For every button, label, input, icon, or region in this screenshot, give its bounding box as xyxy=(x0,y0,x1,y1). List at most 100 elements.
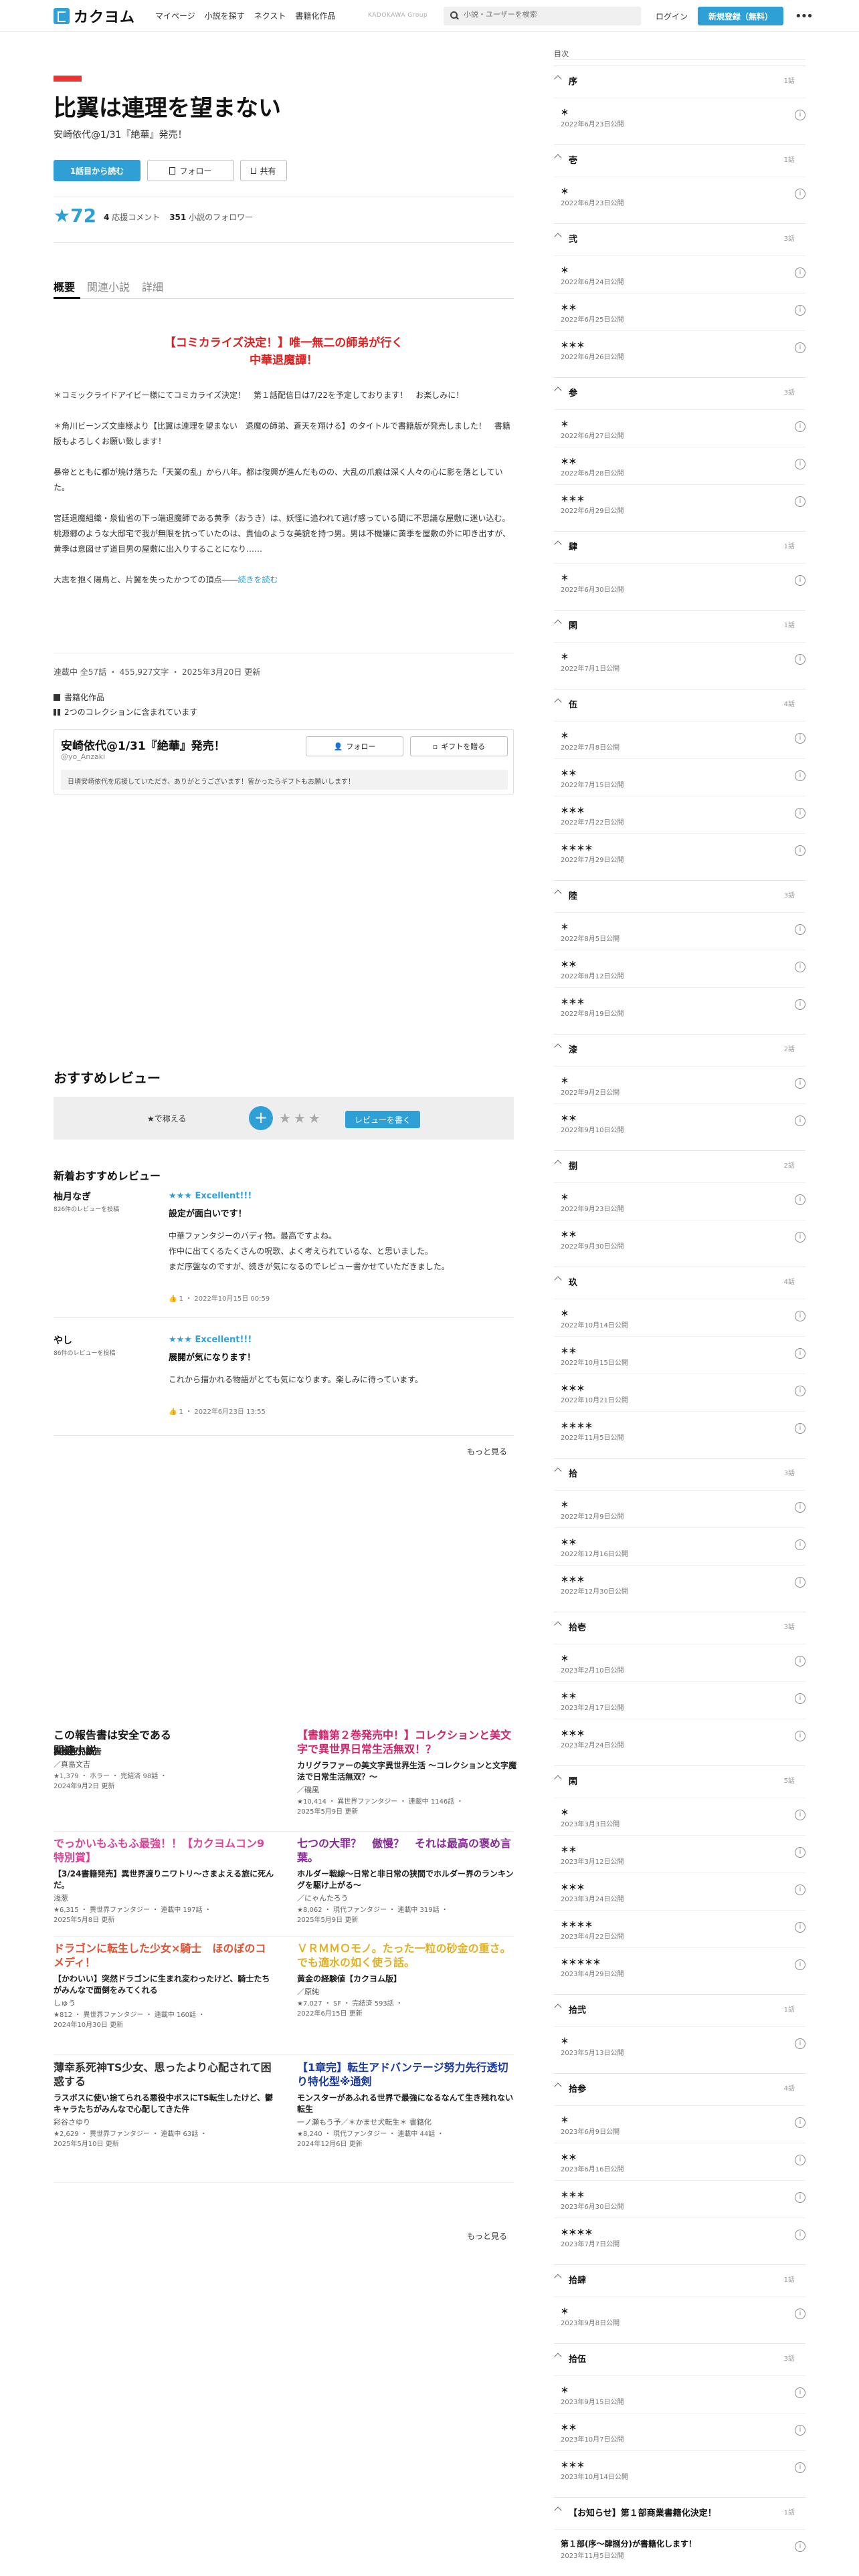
toc-episode[interactable]: ＊＊＊ 2023年6月30日公開 i xyxy=(554,2180,805,2218)
episode-title[interactable]: ＊＊ xyxy=(561,1844,577,1855)
related-novel-title[interactable]: モンスターがあふれる世界で最強になるなんて生き残れない転生 xyxy=(297,2092,518,2115)
info-icon[interactable]: i xyxy=(795,808,805,819)
related-novel-title[interactable]: 黄金の経験値【カクヨム版】 xyxy=(297,1973,518,1985)
info-icon[interactable]: i xyxy=(795,1539,805,1550)
episode-title[interactable]: ＊＊＊ xyxy=(561,2189,585,2200)
toc-episode[interactable]: ＊＊＊＊ 2022年7月29日公開 i xyxy=(554,833,805,871)
read-first-episode-button[interactable]: 1話目から読む xyxy=(54,160,140,181)
info-icon[interactable]: i xyxy=(795,1922,805,1933)
related-novel-catch[interactable]: 七つの大罪？ 傲慢？ それは最高の褒め言葉。 xyxy=(297,1836,518,1864)
share-button[interactable]: 共有 xyxy=(240,160,287,181)
kakuyomu-logo[interactable]: カクヨム xyxy=(54,7,135,26)
related-novel-title[interactable]: 右園死児報告 xyxy=(54,1746,274,1757)
related-novel-title[interactable]: カリグラファーの美文字異世界生活 〜コレクションと文字魔法で日常生活無双？〜 xyxy=(297,1760,518,1783)
related-novel-author[interactable]: ／原純 xyxy=(297,1986,518,1997)
info-icon[interactable]: i xyxy=(795,1731,805,1741)
toc-episode[interactable]: ＊＊ 2022年6月28日公開 i xyxy=(554,447,805,484)
related-novel-catch[interactable]: ドラゴンに転生した少女×騎士 ほのぼのコメディ！ xyxy=(54,1941,274,1969)
chapter-header[interactable]: 伍 4話 xyxy=(554,689,805,716)
reviewer-name[interactable]: やし xyxy=(54,1333,72,1347)
episode-title[interactable]: ＊＊ xyxy=(561,1536,577,1547)
related-novel-author[interactable]: ／磯風 xyxy=(297,1784,518,1795)
nav-books[interactable]: 書籍化作品 xyxy=(295,10,335,21)
more-related-link[interactable]: もっと見る xyxy=(467,2230,507,2242)
toc-episode[interactable]: ＊＊＊ 2022年6月29日公開 i xyxy=(554,484,805,522)
toc-episode[interactable]: ＊＊＊＊ 2023年4月22日公開 i xyxy=(554,1910,805,1947)
toc-episode[interactable]: ＊＊ 2022年12月16日公開 i xyxy=(554,1527,805,1565)
chevron-up-icon[interactable] xyxy=(554,2004,562,2012)
info-icon[interactable]: i xyxy=(795,189,805,199)
episode-title[interactable]: ＊＊＊ xyxy=(561,339,585,350)
read-more-link[interactable]: 続きを読む xyxy=(238,575,278,584)
chapter-name[interactable]: 拾肆 xyxy=(569,2273,586,2286)
info-icon[interactable]: i xyxy=(795,421,805,432)
info-icon[interactable]: i xyxy=(795,1348,805,1359)
toc-episode[interactable]: ＊＊ 2022年9月30日公開 i xyxy=(554,1220,805,1257)
chapter-header[interactable]: 玖 4話 xyxy=(554,1267,805,1293)
thumbs-up-icon[interactable]: 👍 xyxy=(169,1295,177,1303)
info-icon[interactable]: i xyxy=(795,770,805,781)
info-icon[interactable]: i xyxy=(795,575,805,586)
review-title[interactable]: 設定が面白いです！ xyxy=(169,1206,247,1219)
toc-episode[interactable]: ＊＊＊ 2022年7月22日公開 i xyxy=(554,796,805,833)
author-name[interactable]: 安崎依代@1/31『絶華』発売！ xyxy=(61,736,225,753)
episode-title[interactable]: ＊＊＊ xyxy=(561,2459,585,2470)
episode-title[interactable]: ＊＊ xyxy=(561,2422,577,2433)
star-rating-input[interactable]: ★★★ xyxy=(279,1110,323,1126)
more-reviews-link[interactable]: もっと見る xyxy=(467,1446,507,1457)
tab-details[interactable]: 詳細 xyxy=(142,278,163,294)
related-novel-author[interactable]: 浅葱 xyxy=(54,1893,274,1903)
info-icon[interactable]: i xyxy=(795,2155,805,2165)
chapter-name[interactable]: 【お知らせ】第１部商業書籍化決定！ xyxy=(569,2506,717,2518)
chapter-name[interactable]: 拾 xyxy=(569,1467,577,1479)
episode-title[interactable]: ＊ xyxy=(561,1499,569,1510)
work-title[interactable]: 比翼は連理を望まない xyxy=(54,90,281,122)
chevron-up-icon[interactable] xyxy=(554,75,562,83)
related-novel-title[interactable]: ホルダー戦線〜日常と非日常の狭間でホルダー界のランキングを駆け上がる〜 xyxy=(297,1868,518,1891)
episode-title[interactable]: 第１部(序〜肆捌分)が書籍化します！ xyxy=(561,2538,696,2549)
related-novel[interactable]: 【1章完】転生アドバンテージ努力先行透切り特化型※通剣モンスターがあふれる世界で… xyxy=(297,2060,518,2149)
toc-episode[interactable]: ＊ 2022年6月23日公開 i xyxy=(554,98,805,135)
episode-title[interactable]: ＊ xyxy=(561,1307,569,1319)
write-review-button[interactable]: レビューを書く xyxy=(345,1111,420,1128)
toc-episode[interactable]: ＊＊ 2022年9月10日公開 i xyxy=(554,1103,805,1141)
chapter-header[interactable]: 拾弐 1話 xyxy=(554,1994,805,2021)
episode-title[interactable]: ＊ xyxy=(561,730,569,741)
related-novel-catch[interactable]: この報告書は安全である xyxy=(54,1728,274,1742)
chapter-header[interactable]: 【お知らせ】第１部商業書籍化決定！ 1話 xyxy=(554,2497,805,2524)
follower-count[interactable]: 351 小説のフォロワー xyxy=(169,211,253,223)
episode-title[interactable]: ＊ xyxy=(561,2384,569,2395)
chapter-name[interactable]: 弐 xyxy=(569,232,577,245)
episode-title[interactable]: ＊＊＊ xyxy=(561,1382,585,1394)
info-icon[interactable]: i xyxy=(795,267,805,278)
related-novel-title[interactable]: 【かわいい】突然ドラゴンに生まれ変わったけど、騎士たちがみんなで面倒をみてくれる xyxy=(54,1973,274,1996)
info-icon[interactable]: i xyxy=(795,2038,805,2049)
chevron-up-icon[interactable] xyxy=(554,1276,562,1284)
toc-episode[interactable]: ＊ 2023年9月8日公開 i xyxy=(554,2296,805,2334)
episode-title[interactable]: ＊＊ xyxy=(561,1112,577,1123)
chevron-up-icon[interactable] xyxy=(554,1621,562,1629)
episode-title[interactable]: ＊＊ xyxy=(561,1345,577,1356)
chapter-name[interactable]: 序 xyxy=(569,74,577,87)
toc-episode[interactable]: ＊＊ 2022年7月15日公開 i xyxy=(554,758,805,796)
chapter-header[interactable]: 拾肆 1話 xyxy=(554,2264,805,2291)
info-icon[interactable]: i xyxy=(795,2117,805,2128)
chapter-header[interactable]: 肆 1話 xyxy=(554,531,805,558)
related-novel-catch[interactable]: 【1章完】転生アドバンテージ努力先行透切り特化型※通剣 xyxy=(297,2060,518,2088)
toc-episode[interactable]: 第１部(序〜肆捌分)が書籍化します！ 2023年11月5日公開 i xyxy=(554,2529,805,2567)
episode-title[interactable]: ＊＊＊ xyxy=(561,493,585,504)
toc-episode[interactable]: ＊ 2022年12月9日公開 i xyxy=(554,1490,805,1527)
toc-episode[interactable]: ＊＊＊ 2023年10月14日公開 i xyxy=(554,2450,805,2488)
related-novel-title[interactable]: 【3/24書籍発売】異世界渡りニワトリ〜さまよえる旅に死んだ。 xyxy=(54,1868,274,1891)
chapter-header[interactable]: 捌 2話 xyxy=(554,1150,805,1177)
chapter-name[interactable]: 玖 xyxy=(569,1275,577,1288)
episode-title[interactable]: ＊＊ xyxy=(561,1690,577,1701)
episode-title[interactable]: ＊＊＊＊＊ xyxy=(561,1956,601,1967)
episode-title[interactable]: ＊＊ xyxy=(561,2151,577,2163)
chevron-up-icon[interactable] xyxy=(554,889,562,897)
episode-title[interactable]: ＊＊＊ xyxy=(561,1881,585,1893)
nav-search-novels[interactable]: 小説を探す xyxy=(205,10,245,21)
search-box[interactable] xyxy=(444,7,641,25)
episode-title[interactable]: ＊＊＊ xyxy=(561,1574,585,1585)
chevron-up-icon[interactable] xyxy=(554,233,562,241)
